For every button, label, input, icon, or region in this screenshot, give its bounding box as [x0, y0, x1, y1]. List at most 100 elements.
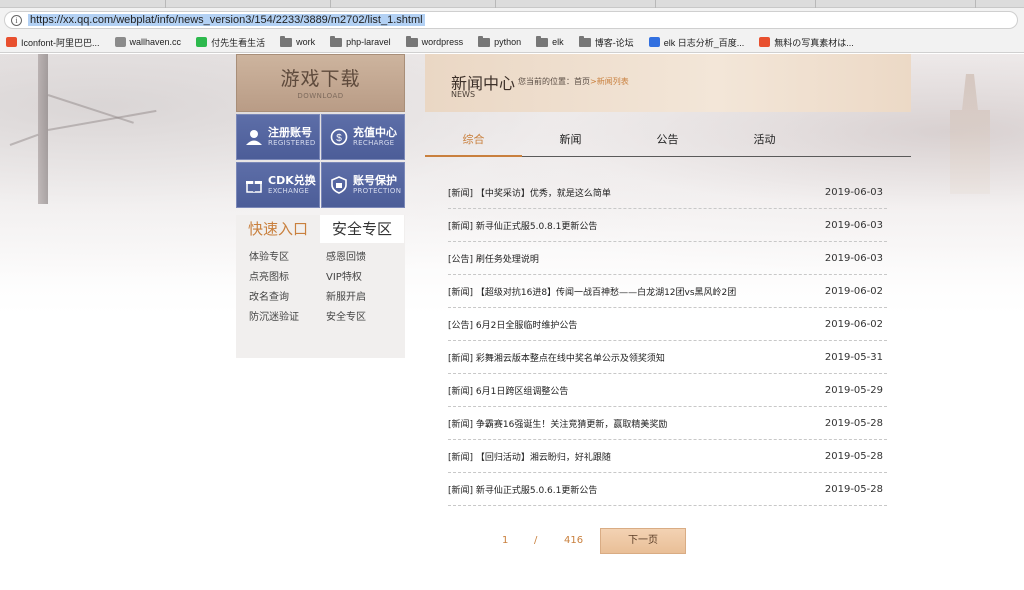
- bookmark-item[interactable]: 付先生看生活: [196, 36, 265, 49]
- recharge-center-tile[interactable]: $ 充值中心 RECHARGE: [321, 114, 405, 160]
- news-title-link[interactable]: [公告] 6月2日全服临时维护公告: [448, 318, 577, 331]
- news-row[interactable]: [新闻] 彩舞湘云版本整点在线中奖名单公示及领奖须知 2019-05-31: [448, 341, 887, 374]
- tab-news[interactable]: 新闻: [522, 128, 619, 157]
- quick-link[interactable]: 点亮图标: [249, 272, 326, 283]
- bookmark-label: elk: [552, 37, 564, 47]
- folder-icon: [478, 35, 491, 47]
- quick-link[interactable]: 感恩回馈: [326, 252, 403, 263]
- news-title-link[interactable]: [新闻] 争霸赛16强诞生！关注竞猜更新，赢取精美奖励: [448, 417, 667, 430]
- news-row[interactable]: [新闻] 新寻仙正式服5.0.6.1更新公告 2019-05-28: [448, 473, 887, 506]
- download-title: 游戏下载: [280, 68, 361, 90]
- next-page-button[interactable]: 下一页: [600, 528, 686, 554]
- bookmark-item[interactable]: 無料の写真素材は...: [759, 36, 854, 49]
- breadcrumb-home[interactable]: 首页: [574, 77, 590, 86]
- tab-announcement[interactable]: 公告: [619, 128, 716, 157]
- news-title-link[interactable]: [新闻] 【回归活动】湘云盼归，好礼跟随: [448, 450, 611, 463]
- tab-quick-entry[interactable]: 快速入口: [236, 215, 320, 243]
- bookmark-item[interactable]: elk 日志分析_百度...: [648, 36, 744, 49]
- tile-title: 账号保护: [353, 174, 397, 187]
- tab-separator: [495, 0, 496, 8]
- bookmark-label: python: [494, 37, 522, 47]
- account-protection-tile[interactable]: 账号保护 PROTECTION: [321, 162, 405, 208]
- news-title-link[interactable]: [公告] 刷任务处理说明: [448, 252, 539, 265]
- tab-security-zone[interactable]: 安全专区: [320, 215, 404, 243]
- news-title-link[interactable]: [新闻] 新寻仙正式服5.0.6.1更新公告: [448, 483, 597, 496]
- bookmarks-bar: Iconfont-阿里巴巴... wallhaven.cc 付先生看生活 work ph…: [0, 32, 1024, 53]
- total-pages: 416: [564, 535, 584, 546]
- news-center-header: 新闻中心 NEWS 您当前的位置：首页>新闻列表: [425, 54, 911, 112]
- tower-decoration: [950, 74, 990, 194]
- folder-icon: [280, 35, 293, 47]
- game-download-banner[interactable]: 游戏下载 DOWNLOAD: [236, 54, 405, 112]
- shield-icon: [331, 176, 347, 194]
- quick-link[interactable]: 安全专区: [326, 312, 403, 323]
- breadcrumb-current[interactable]: 新闻列表: [597, 77, 629, 86]
- news-date: 2019-05-29: [824, 384, 883, 396]
- browser-tab-strip[interactable]: [0, 0, 1024, 8]
- tab-all[interactable]: 综合: [425, 128, 522, 157]
- news-date: 2019-05-28: [824, 483, 883, 495]
- news-row[interactable]: [公告] 6月2日全服临时维护公告 2019-06-02: [448, 308, 887, 341]
- quick-link[interactable]: 改名查询: [249, 292, 326, 303]
- tree-decoration: [38, 54, 48, 204]
- news-row[interactable]: [新闻] 6月1日跨区组调整公告 2019-05-29: [448, 374, 887, 407]
- news-date: 2019-05-28: [824, 450, 883, 462]
- news-title-link[interactable]: [新闻] 【超级对抗16进8】传闻一战百神愁——白龙湖12团vs黑风岭2团: [448, 285, 736, 298]
- bookmark-label: wallhaven.cc: [129, 37, 182, 47]
- quick-entry-panel: 快速入口 安全专区 体验专区 感恩回馈 点亮图标 VIP特权 改名查询 新服开启…: [236, 215, 405, 358]
- news-row[interactable]: [新闻] 争霸赛16强诞生！关注竞猜更新，赢取精美奖励 2019-05-28: [448, 407, 887, 440]
- tab-separator: [165, 0, 166, 8]
- photo-site-icon: [759, 37, 771, 47]
- tab-separator: [815, 0, 816, 8]
- bookmark-item[interactable]: wordpress: [405, 35, 463, 47]
- tab-separator: [655, 0, 656, 8]
- news-row[interactable]: [公告] 刷任务处理说明 2019-06-03: [448, 242, 887, 275]
- current-page: 1: [502, 535, 509, 546]
- bookmark-item[interactable]: Iconfont-阿里巴巴...: [6, 36, 100, 49]
- user-icon: [246, 130, 262, 145]
- bookmark-item[interactable]: 博客-论坛: [578, 35, 634, 49]
- news-title-link[interactable]: [新闻] 6月1日跨区组调整公告: [448, 384, 568, 397]
- news-row[interactable]: [新闻] 新寻仙正式服5.0.8.1更新公告 2019-06-03: [448, 209, 887, 242]
- news-row[interactable]: [新闻] 【回归活动】湘云盼归，好礼跟随 2019-05-28: [448, 440, 887, 473]
- breadcrumb-prefix: 您当前的位置：: [518, 77, 574, 86]
- wechat-icon: [196, 37, 208, 47]
- cdk-exchange-tile[interactable]: CDK兑换 EXCHANGE: [236, 162, 320, 208]
- iconfont-icon: [6, 37, 17, 47]
- bookmark-item[interactable]: work: [280, 35, 315, 47]
- news-list: [新闻] 【中奖采访】优秀，就是这么简单 2019-06-03 [新闻] 新寻仙正式…: [448, 176, 887, 506]
- url-input[interactable]: i https://xx.qq.com/webplat/info/news_ve…: [4, 11, 1018, 29]
- bookmark-item[interactable]: wallhaven.cc: [114, 37, 182, 47]
- gift-icon: [246, 181, 262, 193]
- news-row[interactable]: [新闻] 【中奖采访】优秀，就是这么简单 2019-06-03: [448, 176, 887, 209]
- quick-link[interactable]: VIP特权: [326, 272, 403, 283]
- news-date: 2019-06-02: [824, 285, 883, 297]
- baidu-icon: [648, 37, 660, 47]
- branch-decoration: [47, 94, 134, 124]
- tab-activity[interactable]: 活动: [716, 128, 813, 157]
- recharge-icon: $: [330, 128, 348, 146]
- bookmark-label: 無料の写真素材は...: [774, 37, 854, 48]
- wallhaven-icon: [114, 37, 126, 47]
- bookmark-item[interactable]: python: [478, 35, 522, 47]
- svg-text:$: $: [336, 133, 342, 144]
- news-title-link[interactable]: [新闻] 【中奖采访】优秀，就是这么简单: [448, 186, 611, 199]
- folder-icon: [405, 35, 418, 47]
- tile-title: 充值中心: [353, 126, 397, 139]
- news-title-link[interactable]: [新闻] 新寻仙正式服5.0.8.1更新公告: [448, 219, 597, 232]
- quick-link[interactable]: 体验专区: [249, 252, 326, 263]
- register-account-tile[interactable]: 注册账号 REGISTERED: [236, 114, 320, 160]
- info-icon[interactable]: i: [11, 14, 22, 26]
- bookmark-item[interactable]: php-laravel: [330, 35, 391, 47]
- pagination: 1 / 416 下一页: [490, 528, 690, 554]
- quick-link[interactable]: 新服开启: [326, 292, 403, 303]
- news-tabs: 综合 新闻 公告 活动: [425, 128, 911, 157]
- tile-title: 注册账号: [268, 126, 312, 139]
- bookmark-item[interactable]: elk: [536, 35, 564, 47]
- news-title-link[interactable]: [新闻] 彩舞湘云版本整点在线中奖名单公示及领奖须知: [448, 351, 665, 364]
- tile-title: CDK兑换: [268, 174, 316, 187]
- breadcrumb-separator: >: [590, 77, 597, 86]
- news-row[interactable]: [新闻] 【超级对抗16进8】传闻一战百神愁——白龙湖12团vs黑风岭2团 201…: [448, 275, 887, 308]
- url-text[interactable]: https://xx.qq.com/webplat/info/news_vers…: [28, 14, 425, 26]
- quick-link[interactable]: 防沉迷验证: [249, 312, 326, 323]
